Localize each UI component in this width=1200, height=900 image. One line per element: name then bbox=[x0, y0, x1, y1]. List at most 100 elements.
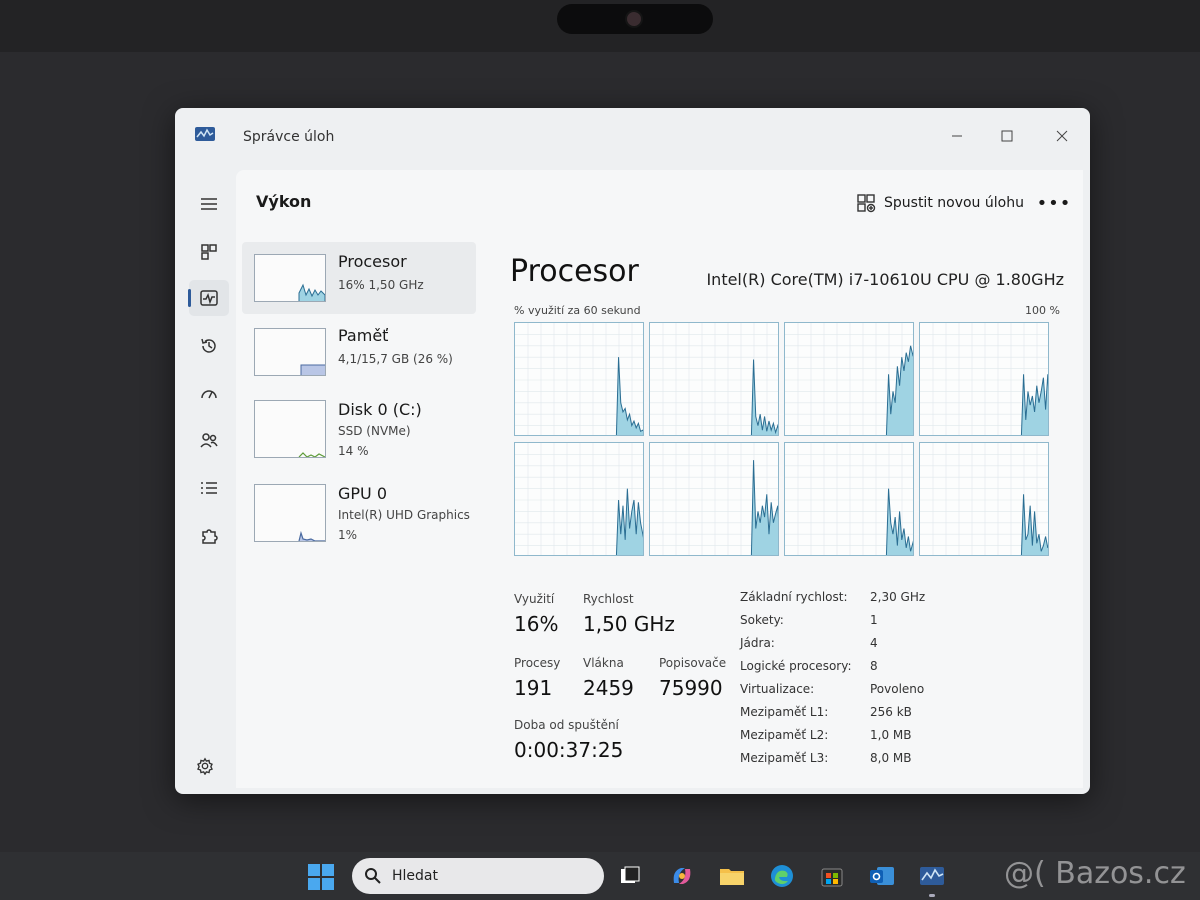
device-usage: 14 % bbox=[338, 444, 369, 458]
nav-processes[interactable] bbox=[189, 234, 229, 270]
hamburger-menu-button[interactable] bbox=[189, 186, 229, 222]
spec-value: 256 kB bbox=[870, 705, 912, 719]
spec-value: 2,30 GHz bbox=[870, 590, 926, 604]
core-graph-svg-3 bbox=[920, 323, 1048, 435]
device-memory[interactable]: Paměť 4,1/15,7 GB (26 %) bbox=[242, 316, 476, 388]
edge-svg bbox=[771, 865, 793, 887]
device-usage: 1% bbox=[338, 528, 358, 542]
windows-start-icon[interactable] bbox=[306, 862, 336, 892]
speed-label: Rychlost bbox=[583, 592, 634, 606]
copilot-icon[interactable] bbox=[668, 862, 696, 890]
nav-performance[interactable] bbox=[188, 280, 229, 316]
nav-startup-apps[interactable] bbox=[189, 376, 229, 412]
threads-value: 2459 bbox=[583, 676, 634, 700]
device-name: Procesor bbox=[338, 252, 407, 271]
history-icon bbox=[201, 338, 216, 353]
new-task-icon bbox=[857, 194, 876, 213]
uptime-value: 0:00:37:25 bbox=[514, 738, 624, 762]
cpu-thumbnail-graph bbox=[254, 254, 326, 302]
core-graph-6 bbox=[784, 442, 914, 556]
device-gpu[interactable]: GPU 0 Intel(R) UHD Graphics 1% bbox=[242, 474, 476, 546]
spec-key: Mezipaměť L1: bbox=[740, 705, 829, 719]
nav-app-history[interactable] bbox=[189, 328, 229, 364]
task-view-svg bbox=[621, 866, 640, 883]
webcam bbox=[557, 4, 713, 34]
window-title: Správce úloh bbox=[243, 129, 335, 145]
details-list-icon bbox=[201, 482, 217, 494]
store-icon[interactable] bbox=[818, 862, 846, 890]
close-icon bbox=[1056, 130, 1068, 142]
taskbar-search[interactable]: Hledat bbox=[352, 858, 604, 894]
device-name: GPU 0 bbox=[338, 484, 388, 503]
search-label: Hledat bbox=[392, 868, 438, 884]
users-icon bbox=[200, 433, 218, 448]
device-name: Paměť bbox=[338, 326, 389, 345]
memory-thumbnail-svg bbox=[300, 364, 325, 375]
device-list: Procesor 16% 1,50 GHz Paměť 4,1/15,7 GB … bbox=[236, 238, 482, 788]
device-model: Intel(R) UHD Graphics bbox=[338, 508, 470, 522]
page-title: Výkon bbox=[256, 192, 312, 211]
handles-value: 75990 bbox=[659, 676, 723, 700]
memory-thumbnail-graph bbox=[254, 328, 326, 376]
core-graph-3 bbox=[919, 322, 1049, 436]
core-graph-svg-0 bbox=[515, 323, 643, 435]
run-new-task-button[interactable]: Spustit novou úlohu bbox=[846, 186, 1034, 220]
settings-button[interactable] bbox=[189, 750, 221, 782]
disk-thumbnail-svg bbox=[298, 452, 325, 457]
cpu-usage-area-7 bbox=[1020, 494, 1048, 555]
spec-key: Virtualizace: bbox=[740, 682, 815, 696]
minimize-icon bbox=[952, 135, 962, 137]
core-graph-7 bbox=[919, 442, 1049, 556]
cpu-usage-area-1 bbox=[750, 359, 778, 435]
device-summary: 16% 1,50 GHz bbox=[338, 278, 424, 292]
hamburger-icon bbox=[201, 198, 217, 210]
nav-users[interactable] bbox=[189, 422, 229, 458]
nav-details[interactable] bbox=[189, 470, 229, 506]
task-view-icon[interactable] bbox=[616, 862, 644, 890]
spec-value: 1,0 MB bbox=[870, 728, 912, 742]
nav-services[interactable] bbox=[189, 518, 229, 554]
utilization-label: Využití bbox=[514, 592, 555, 606]
cpu-detail-pane: Procesor Intel(R) Core(TM) i7-10610U CPU… bbox=[506, 238, 1066, 788]
active-indicator bbox=[188, 289, 191, 307]
store-svg bbox=[821, 868, 843, 887]
minimize-button[interactable] bbox=[935, 118, 979, 154]
services-puzzle-icon bbox=[202, 529, 218, 544]
running-indicator bbox=[929, 894, 935, 897]
task-manager-taskbar-icon[interactable] bbox=[918, 862, 946, 890]
cpu-model-name: Intel(R) Core(TM) i7-10610U CPU @ 1.80GH… bbox=[706, 270, 1064, 289]
spec-key: Mezipaměť L2: bbox=[740, 728, 829, 742]
speedometer-icon bbox=[201, 390, 217, 399]
core-graph-svg-2 bbox=[785, 323, 913, 435]
spec-key: Jádra: bbox=[740, 636, 775, 650]
outlook-icon[interactable] bbox=[868, 862, 896, 890]
performance-icon bbox=[200, 290, 218, 306]
spec-key: Logické procesory: bbox=[740, 659, 852, 673]
device-cpu[interactable]: Procesor 16% 1,50 GHz bbox=[242, 242, 476, 314]
edge-browser-icon[interactable] bbox=[768, 862, 796, 890]
core-graph-0 bbox=[514, 322, 644, 436]
maximize-button[interactable] bbox=[985, 118, 1029, 154]
file-explorer-icon[interactable] bbox=[718, 862, 746, 890]
spec-key: Mezipaměť L3: bbox=[740, 751, 829, 765]
device-disk[interactable]: Disk 0 (C:) SSD (NVMe) 14 % bbox=[242, 390, 476, 462]
spec-value: Povoleno bbox=[870, 682, 925, 696]
outlook-svg bbox=[870, 867, 894, 885]
cpu-usage-area-2 bbox=[885, 345, 913, 435]
logical-processor-graphs bbox=[514, 322, 1052, 560]
cpu-usage-area-0 bbox=[615, 357, 643, 435]
spec-value: 1 bbox=[870, 613, 878, 627]
processes-grid-icon bbox=[201, 244, 217, 260]
core-graph-svg-5 bbox=[650, 443, 778, 555]
close-button[interactable] bbox=[1040, 118, 1084, 154]
spec-value: 4 bbox=[870, 636, 878, 650]
utilization-value: 16% bbox=[514, 612, 559, 636]
core-graph-1 bbox=[649, 322, 779, 436]
cpu-thumbnail-svg bbox=[298, 283, 325, 301]
search-icon bbox=[365, 868, 381, 884]
title-bar[interactable]: Správce úloh bbox=[175, 108, 1090, 170]
more-options-button[interactable]: ••• bbox=[1036, 188, 1072, 218]
core-graph-2 bbox=[784, 322, 914, 436]
gpu-thumbnail-svg bbox=[298, 530, 325, 541]
spec-key: Základní rychlost: bbox=[740, 590, 848, 604]
